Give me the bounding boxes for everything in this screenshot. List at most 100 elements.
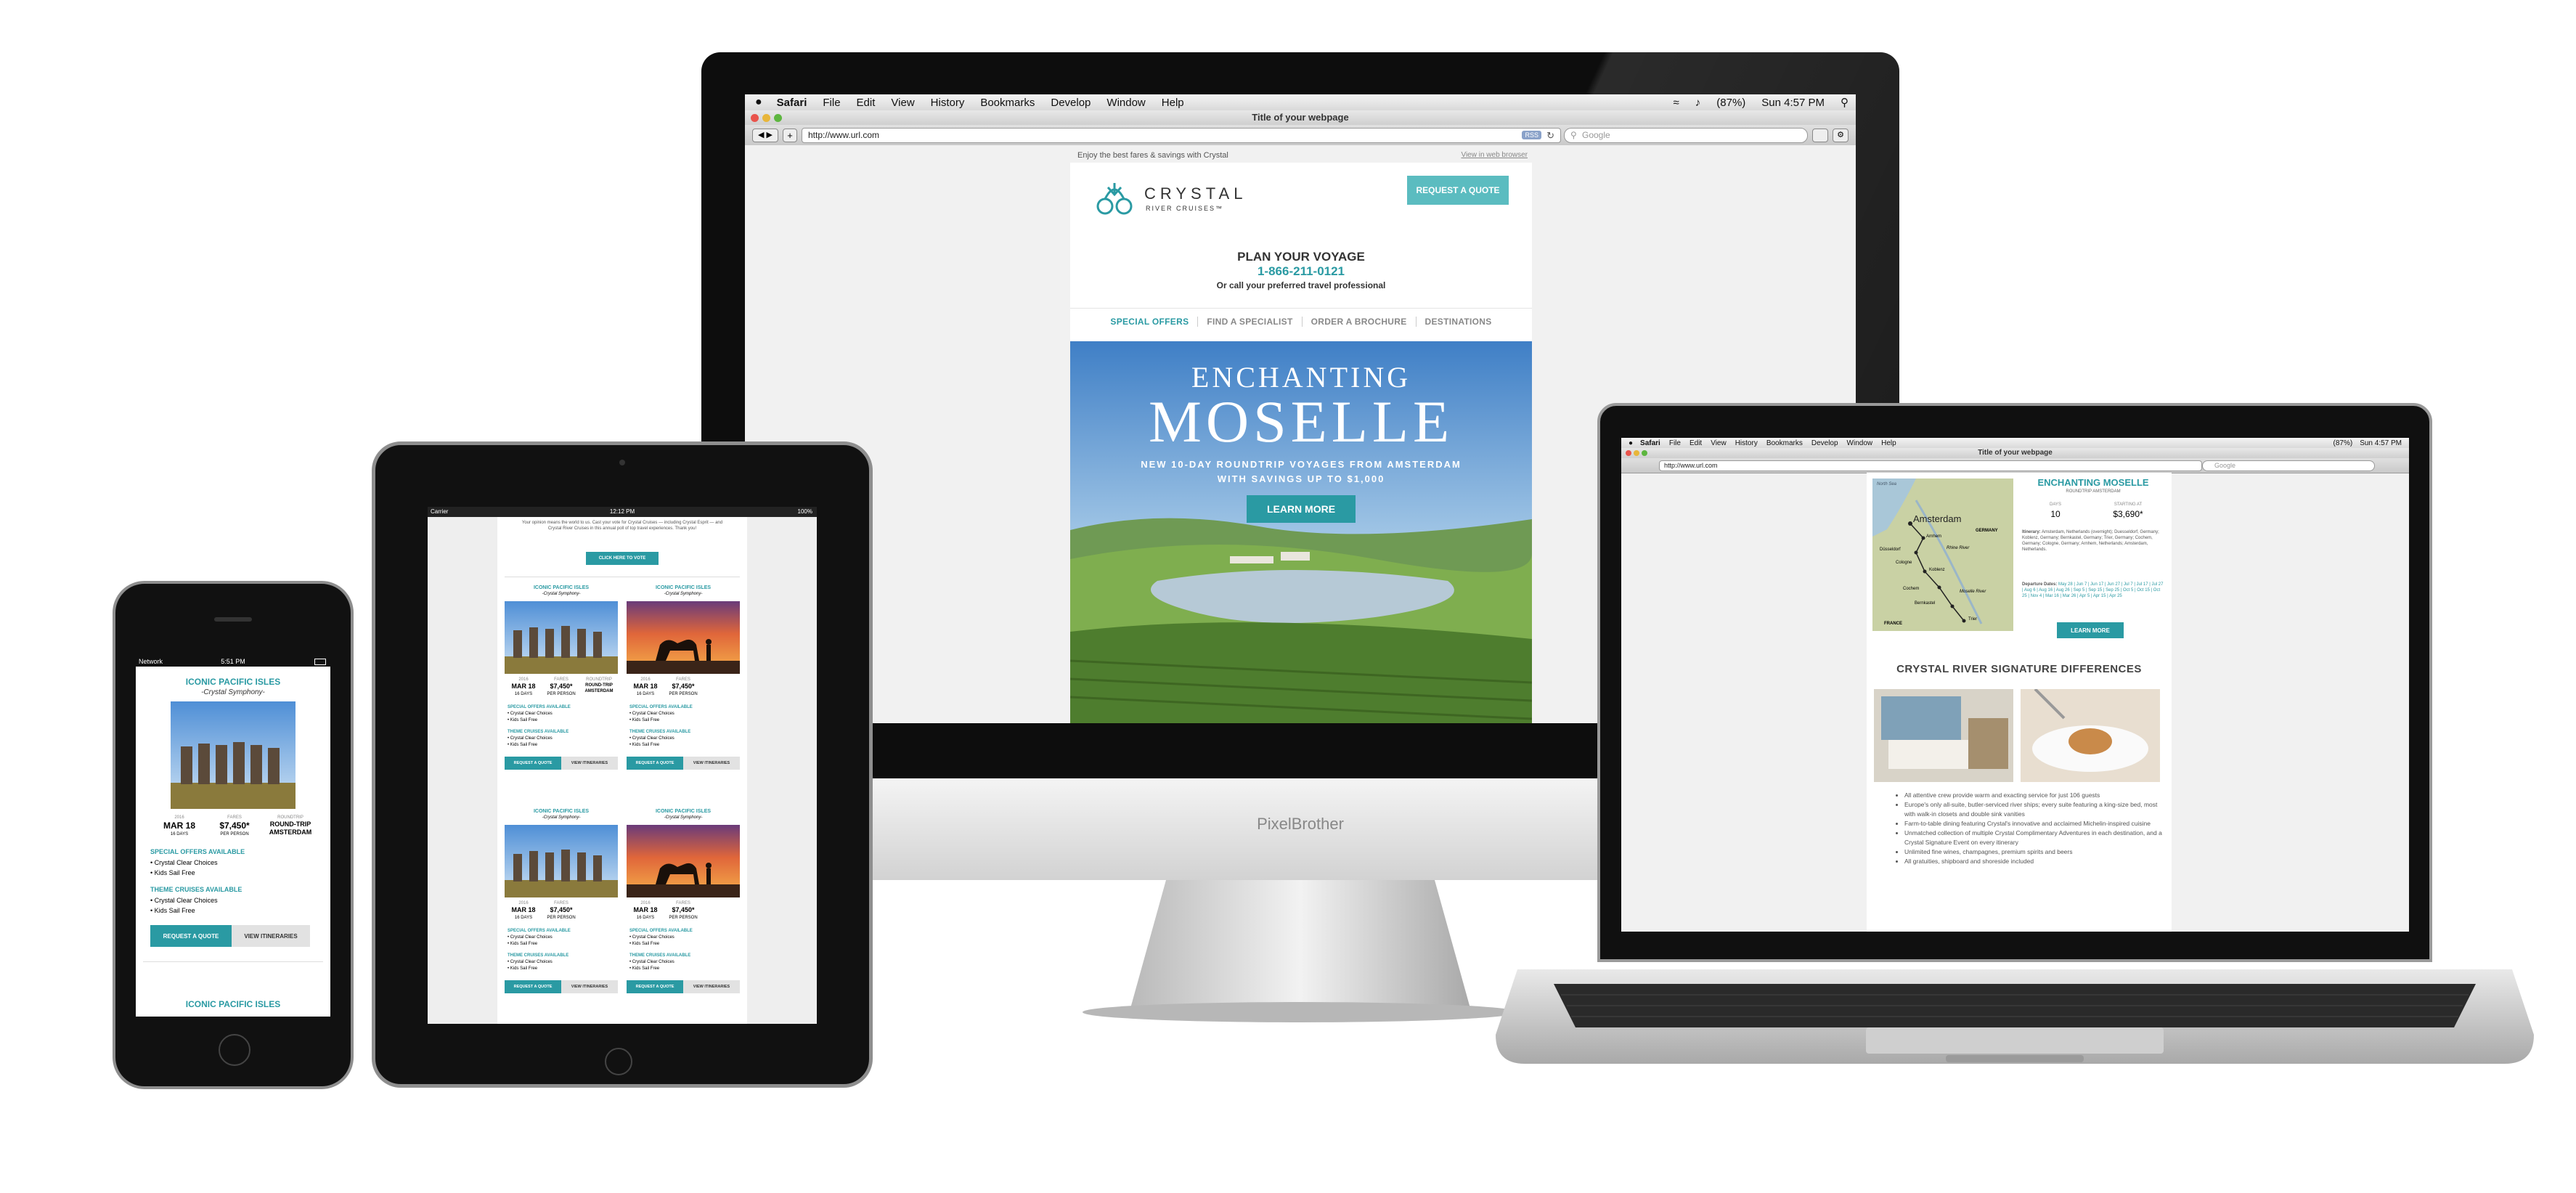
card-offers-title: SPECIAL OFFERS AVAILABLE xyxy=(508,705,571,709)
tablet-battery: 100% xyxy=(797,508,812,515)
card-offer-text: Kids Sail Free xyxy=(632,718,660,722)
card-themes-title: THEME CRUISES AVAILABLE xyxy=(629,730,691,734)
settings-gear-icon[interactable]: ⚙ xyxy=(1833,129,1849,142)
spotlight-icon[interactable]: ⚲ xyxy=(1841,96,1849,109)
card-view-itineraries-button[interactable]: VIEW ITINERARIES xyxy=(561,757,618,770)
wifi-icon[interactable]: ≈ xyxy=(1674,97,1679,109)
laptop-menu-bookmarks[interactable]: Bookmarks xyxy=(1766,439,1803,447)
phone-number-link[interactable]: 1-866-211-0121 xyxy=(1070,264,1532,279)
close-window-icon[interactable] xyxy=(751,114,759,122)
card-view-itineraries-button[interactable]: VIEW ITINERARIES xyxy=(683,757,740,770)
tablet-email-body: Your opinion means the world to us. Cast… xyxy=(497,517,747,1024)
address-bar[interactable]: http://www.url.com RSS ↻ xyxy=(802,128,1561,143)
browser-titlebar: Title of your webpage xyxy=(745,110,1856,125)
menu-view[interactable]: View xyxy=(891,97,914,109)
card-fare: $7,450* xyxy=(672,906,695,913)
battery-status[interactable]: (87%) xyxy=(1716,97,1745,109)
card-ship: -Crystal Symphony- xyxy=(542,592,581,596)
card-theme-text: Kids Sail Free xyxy=(510,743,538,747)
tablet-home-button[interactable] xyxy=(605,1048,632,1075)
laptop-menu-develop[interactable]: Develop xyxy=(1811,439,1838,447)
itinerary-block: Itinerary: Amsterdam, Netherlands (overn… xyxy=(2022,529,2164,553)
laptop-minimize-window-icon[interactable] xyxy=(1634,450,1639,456)
map-label-germany: GERMANY xyxy=(1976,529,1998,533)
menu-help[interactable]: Help xyxy=(1162,97,1184,109)
laptop-menu-window[interactable]: Window xyxy=(1847,439,1873,447)
phone-home-button[interactable] xyxy=(219,1034,250,1066)
apple-menu-icon[interactable]: ● xyxy=(755,96,762,109)
bullet-item: Europe's only all-suite, butler-serviced… xyxy=(1904,800,2166,819)
laptop-zoom-window-icon[interactable] xyxy=(1642,450,1647,456)
tablet-camera-icon xyxy=(619,460,625,465)
nav-order-brochure[interactable]: ORDER A BROCHURE xyxy=(1303,317,1417,327)
laptop-menu-safari[interactable]: Safari xyxy=(1640,439,1660,447)
email-body: CRYSTAL RIVER CRUISES™ REQUEST A QUOTE P… xyxy=(1070,163,1532,723)
nav-find-specialist[interactable]: FIND A SPECIALIST xyxy=(1198,317,1303,327)
laptop-menu-help[interactable]: Help xyxy=(1881,439,1896,447)
bullet-item: All gratuities, shipboard and shoreside … xyxy=(1904,857,2166,866)
moai-photo xyxy=(505,601,618,674)
search-field[interactable]: ⚲ Google xyxy=(1564,128,1808,143)
phone-view-itineraries-button[interactable]: VIEW ITINERARIES xyxy=(232,925,310,947)
plan-voyage-title: PLAN YOUR VOYAGE xyxy=(1237,250,1365,264)
laptop-menu-file[interactable]: File xyxy=(1669,439,1681,447)
card-view-itineraries-button[interactable]: VIEW ITINERARIES xyxy=(683,980,740,993)
card-theme-text: Kids Sail Free xyxy=(510,966,538,971)
menu-file[interactable]: File xyxy=(823,97,840,109)
card-view-itineraries-button[interactable]: VIEW ITINERARIES xyxy=(561,980,618,993)
menu-safari[interactable]: Safari xyxy=(777,97,807,109)
minimize-window-icon[interactable] xyxy=(762,114,770,122)
card-fare-sub: PER PERSON xyxy=(547,692,576,696)
laptop-address-bar[interactable]: http://www.url.com xyxy=(1659,460,2202,471)
card-request-quote-button[interactable]: REQUEST A QUOTE xyxy=(505,757,561,770)
card-offer-item: • Kids Sail Free xyxy=(629,718,660,722)
reload-icon[interactable]: ↻ xyxy=(1546,129,1554,142)
laptop-search-field[interactable]: Google xyxy=(2202,460,2375,471)
request-quote-button[interactable]: REQUEST A QUOTE xyxy=(1407,176,1509,205)
menubar-clock[interactable]: Sun 4:57 PM xyxy=(1761,97,1825,109)
card-themes-title: THEME CRUISES AVAILABLE xyxy=(629,953,691,958)
zoom-window-icon[interactable] xyxy=(774,114,782,122)
hero-learn-more-button[interactable]: LEARN MORE xyxy=(1247,495,1356,523)
laptop-apple-menu-icon[interactable]: ● xyxy=(1629,439,1633,447)
view-in-browser-link[interactable]: View in web browser xyxy=(1461,151,1528,159)
card-request-quote-button[interactable]: REQUEST A QUOTE xyxy=(627,980,683,993)
menu-bookmarks[interactable]: Bookmarks xyxy=(980,97,1035,109)
laptop-titlebar: Title of your webpage xyxy=(1621,448,2409,458)
map-label-rhine-river: Rhine River xyxy=(1947,546,1970,550)
add-tab-button[interactable]: + xyxy=(783,129,797,142)
card-request-quote-button[interactable]: REQUEST A QUOTE xyxy=(627,757,683,770)
bookmark-icon[interactable] xyxy=(1812,129,1828,142)
card-offer-text: Crystal Clear Choices xyxy=(510,935,553,940)
nav-special-offers[interactable]: SPECIAL OFFERS xyxy=(1101,317,1199,327)
laptop-menu-history[interactable]: History xyxy=(1735,439,1758,447)
card-date-label: 2016 xyxy=(640,677,651,682)
volume-icon[interactable]: ♪ xyxy=(1695,97,1701,109)
map-label-bernkastel: Bernkastel xyxy=(1915,601,1936,606)
card-days: 16 DAYS xyxy=(636,916,655,920)
nav-destinations[interactable]: DESTINATIONS xyxy=(1417,317,1501,327)
preheader-text: Enjoy the best fares & savings with Crys… xyxy=(1077,151,1228,160)
menu-develop[interactable]: Develop xyxy=(1051,97,1091,109)
menu-window[interactable]: Window xyxy=(1106,97,1145,109)
phone-theme-item: • Crystal Clear Choices xyxy=(150,897,218,904)
back-button[interactable]: ◀ ▶ xyxy=(752,129,778,142)
email-nav: SPECIAL OFFERS FIND A SPECIALIST ORDER A… xyxy=(1070,308,1532,335)
menu-edit[interactable]: Edit xyxy=(857,97,876,109)
laptop-learn-more-button[interactable]: LEARN MORE xyxy=(2057,622,2124,638)
rss-badge[interactable]: RSS xyxy=(1522,131,1541,139)
laptop-battery-status[interactable]: (87%) xyxy=(2334,439,2353,447)
card-ship: -Crystal Symphony- xyxy=(664,815,703,820)
phone-request-quote-button[interactable]: REQUEST A QUOTE xyxy=(150,925,232,947)
card-request-quote-button[interactable]: REQUEST A QUOTE xyxy=(505,980,561,993)
laptop-menu-view[interactable]: View xyxy=(1711,439,1727,447)
hero-banner: ENCHANTING MOSELLE NEW 10-DAY ROUNDTRIP … xyxy=(1070,341,1532,723)
laptop-menubar-clock[interactable]: Sun 4:57 PM xyxy=(2360,439,2402,447)
phone-battery-icon xyxy=(314,659,326,665)
laptop-close-window-icon[interactable] xyxy=(1626,450,1631,456)
phone-divider xyxy=(143,961,323,962)
phone-fare-label: FARES xyxy=(227,815,242,820)
menu-history[interactable]: History xyxy=(931,97,965,109)
laptop-menu-edit[interactable]: Edit xyxy=(1690,439,1702,447)
tablet-vote-button[interactable]: CLICK HERE TO VOTE xyxy=(586,552,659,565)
